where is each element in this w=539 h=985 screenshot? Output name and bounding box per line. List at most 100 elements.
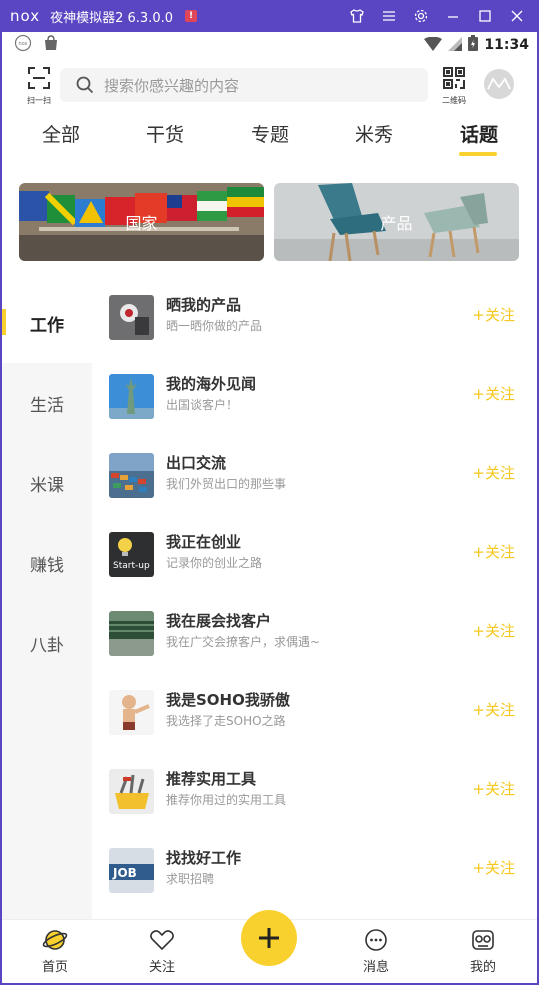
svg-text:nox: nox [18, 41, 27, 47]
topic-subtitle: 推荐你用过的实用工具 [166, 793, 287, 807]
close-icon[interactable] [501, 0, 533, 32]
side-item-label: 生活 [30, 395, 64, 416]
topic-item[interactable]: JOB 找找好工作 求职招聘 +关注 [92, 830, 537, 909]
topic-title: 晒我的产品 [166, 296, 242, 314]
topic-item[interactable]: 出口交流 我们外贸出口的那些事 +关注 [92, 435, 537, 514]
topic-item[interactable]: 晒我的产品 晒一晒你做的产品 +关注 [92, 277, 537, 356]
banner-product[interactable]: 产品 [274, 183, 519, 261]
battery-icon [468, 35, 479, 55]
android-screen: nox 11:34 扫一扫 搜索你感兴趣的内容 二维码 全部 干货 专题 米秀 … [0, 32, 539, 985]
qr-code-icon [443, 67, 465, 89]
topic-title: 我在展会找客户 [166, 612, 272, 630]
side-item-label: 八卦 [30, 635, 64, 656]
topic-title: 我是SOHO我骄傲 [166, 691, 290, 709]
topic-subtitle: 出国谈客户！ [166, 398, 239, 412]
side-item-work[interactable]: 工作 [2, 283, 92, 363]
banner-country-label: 国家 [125, 214, 158, 233]
svg-text:JOB: JOB [112, 866, 137, 880]
banner-country[interactable]: 国家 [19, 183, 264, 261]
topic-title: 出口交流 [166, 454, 227, 472]
topic-item[interactable]: 推荐实用工具 推荐你用过的实用工具 +关注 [92, 751, 537, 830]
search-icon [76, 76, 94, 94]
topic-thumbnail [109, 453, 154, 498]
tab-topics[interactable]: 话题 [460, 120, 498, 147]
alert-badge-icon[interactable]: ! [185, 10, 197, 22]
side-item-gossip[interactable]: 八卦 [2, 603, 92, 683]
nav-messages-label: 消息 [362, 960, 389, 975]
nav-messages[interactable]: 消息 [346, 928, 406, 975]
side-item-money[interactable]: 赚钱 [2, 523, 92, 603]
tab-all[interactable]: 全部 [42, 120, 80, 147]
scan-label: 扫一扫 [27, 96, 51, 105]
search-placeholder: 搜索你感兴趣的内容 [104, 76, 240, 95]
topic-title: 推荐实用工具 [166, 770, 257, 788]
add-post-button[interactable] [241, 910, 297, 966]
follow-button[interactable]: +关注 [472, 541, 515, 562]
follow-button[interactable]: +关注 [472, 383, 515, 404]
maximize-icon[interactable] [469, 0, 501, 32]
topic-item[interactable]: Start-up 我正在创业 记录你的创业之路 +关注 [92, 514, 537, 593]
scan-icon [28, 67, 50, 89]
side-item-label: 工作 [30, 315, 64, 336]
minimize-icon[interactable] [437, 0, 469, 32]
topic-item[interactable]: 我在展会找客户 我在广交会撩客户，求偶遇~ +关注 [92, 593, 537, 672]
topic-subtitle: 晒一晒你做的产品 [166, 319, 263, 333]
qr-code-button[interactable]: 二维码 [439, 66, 469, 106]
emulator-title-bar: nox 夜神模拟器2 6.3.0.0 ! [0, 0, 539, 32]
topic-thumbnail [109, 769, 154, 814]
planet-icon [42, 930, 68, 950]
gear-icon[interactable] [405, 0, 437, 32]
shirt-icon[interactable] [341, 0, 373, 32]
avatar-logo-icon [487, 77, 511, 90]
tab-dry-goods[interactable]: 干货 [146, 120, 184, 147]
category-tabs: 全部 干货 专题 米秀 话题 [2, 114, 537, 158]
topic-thumbnail [109, 374, 154, 419]
plus-icon [259, 928, 279, 948]
nav-home-label: 首页 [41, 960, 68, 975]
nav-follow[interactable]: 关注 [132, 928, 192, 975]
nox-status-icon: nox [14, 34, 32, 56]
menu-icon[interactable] [373, 0, 405, 32]
topic-thumbnail [109, 295, 154, 340]
emulator-title: 夜神模拟器2 6.3.0.0 [50, 10, 173, 26]
nav-mine[interactable]: 我的 [453, 928, 513, 975]
follow-button[interactable]: +关注 [472, 462, 515, 483]
qr-code-label: 二维码 [442, 96, 466, 105]
side-item-label: 米课 [30, 475, 64, 496]
follow-button[interactable]: +关注 [472, 620, 515, 641]
status-time: 11:34 [484, 37, 529, 53]
follow-button[interactable]: +关注 [472, 857, 515, 878]
bottom-nav: 首页 关注 消息 我的 [2, 910, 537, 983]
follow-button[interactable]: +关注 [472, 699, 515, 720]
topic-title: 我正在创业 [166, 533, 242, 551]
active-side-indicator [2, 309, 6, 335]
side-category-list: 工作 生活 米课 赚钱 八卦 [2, 283, 92, 923]
wifi-icon [424, 36, 443, 55]
topic-item[interactable]: 我是SOHO我骄傲 我选择了走SOHO之路 +关注 [92, 672, 537, 751]
owl-profile-icon [472, 930, 494, 950]
side-item-label: 赚钱 [30, 555, 64, 576]
topic-subtitle: 我选择了走SOHO之路 [166, 714, 286, 728]
svg-text:Start-up: Start-up [113, 561, 150, 571]
chat-bubble-icon [365, 929, 387, 951]
status-bar: nox 11:34 [2, 32, 537, 58]
avatar[interactable] [484, 69, 514, 99]
signal-icon [448, 36, 463, 55]
follow-button[interactable]: +关注 [472, 304, 515, 325]
nav-home[interactable]: 首页 [25, 928, 85, 975]
scan-button[interactable]: 扫一扫 [24, 66, 54, 106]
side-item-course[interactable]: 米课 [2, 443, 92, 523]
follow-button[interactable]: +关注 [472, 778, 515, 799]
topic-item[interactable]: 我的海外见闻 出国谈客户！ +关注 [92, 356, 537, 435]
side-item-life[interactable]: 生活 [2, 363, 92, 443]
topic-subtitle: 我们外贸出口的那些事 [166, 477, 287, 491]
topic-thumbnail [109, 611, 154, 656]
store-bag-icon [42, 34, 60, 56]
search-input[interactable]: 搜索你感兴趣的内容 [60, 68, 428, 102]
banner-product-label: 产品 [380, 214, 413, 233]
topic-subtitle: 记录你的创业之路 [166, 556, 263, 570]
topic-thumbnail [109, 690, 154, 735]
tab-mixiu[interactable]: 米秀 [355, 120, 393, 147]
tab-special[interactable]: 专题 [251, 120, 289, 147]
topic-subtitle: 求职招聘 [166, 872, 215, 886]
